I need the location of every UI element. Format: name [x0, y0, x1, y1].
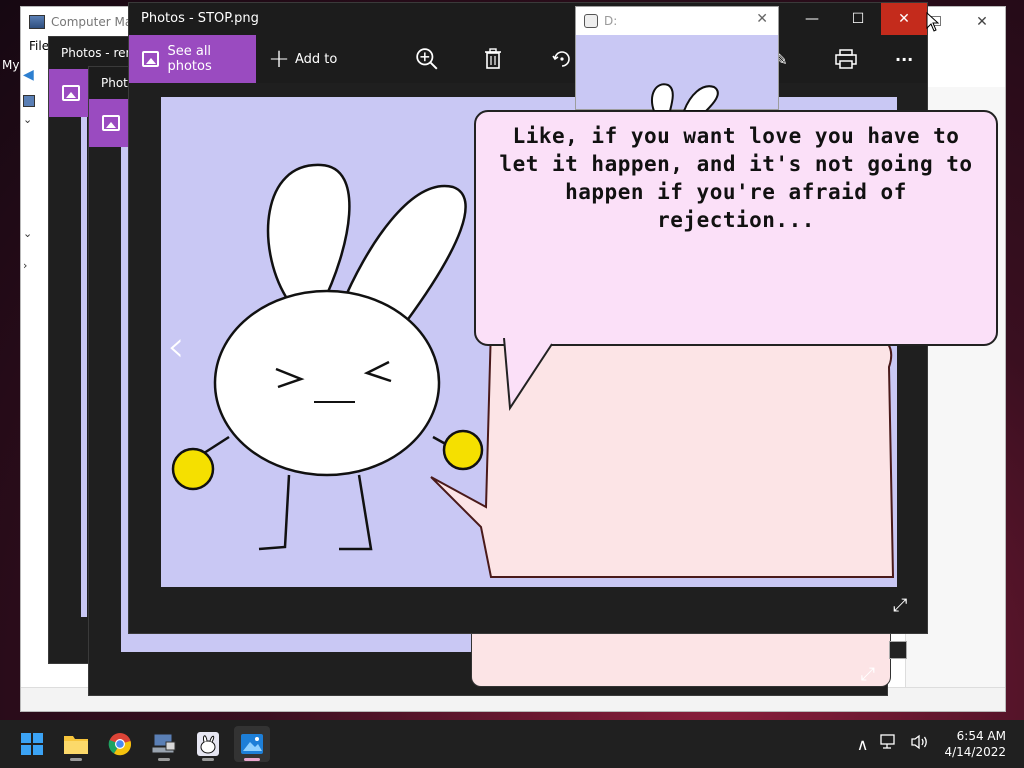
- tree-node-icon[interactable]: [23, 95, 35, 110]
- taskbar-character-app[interactable]: [190, 726, 226, 762]
- mouse-cursor-icon: [926, 12, 940, 32]
- trash-icon: [485, 48, 501, 69]
- see-all-photos-button[interactable]: See all photos: [129, 35, 256, 83]
- tray-square-icon[interactable]: [889, 641, 907, 659]
- chevron-left-icon: ‹: [167, 321, 185, 372]
- bunny-ear-left: [266, 163, 351, 309]
- zoom-button[interactable]: [415, 35, 439, 83]
- character-app-icon: [584, 14, 598, 28]
- close-button[interactable]: ✕: [959, 11, 1005, 33]
- bunny-ears-peek: [650, 83, 719, 111]
- window-title: D:: [604, 14, 618, 28]
- bunny-leg-right: [339, 474, 373, 551]
- chevron-down-icon[interactable]: ⌄: [23, 113, 32, 126]
- computer-management-icon: [29, 15, 45, 29]
- chevron-down-icon[interactable]: ⌄: [23, 227, 32, 240]
- taskbar-photos[interactable]: [234, 726, 270, 762]
- rotate-icon: [552, 51, 570, 67]
- see-all-photos-label: See all photos: [167, 44, 212, 74]
- printer-icon: [835, 49, 857, 69]
- chrome-icon: [108, 733, 132, 756]
- more-icon: ···: [895, 49, 914, 69]
- bunny-head: [213, 289, 441, 477]
- zoom-in-icon: [416, 48, 438, 70]
- chevron-up-icon[interactable]: ∧: [857, 735, 869, 754]
- running-indicator: [70, 758, 82, 761]
- drive-d-window: D: ✕: [575, 6, 779, 111]
- speech-bubble: Like, if you want love you have to let i…: [474, 110, 998, 346]
- clock-time: 6:54 AM: [956, 729, 1006, 743]
- close-button[interactable]: ✕: [756, 11, 768, 27]
- image-icon: [62, 85, 80, 101]
- bunny-hand-right: [442, 429, 484, 471]
- running-indicator: [158, 758, 170, 761]
- image-icon: [102, 115, 120, 131]
- window-title: Computer Mar: [51, 15, 138, 29]
- image-icon: [142, 51, 160, 67]
- maximize-button[interactable]: ☐: [835, 3, 881, 35]
- system-tray: ∧ 6:54 AM 4/14/2022: [851, 720, 1024, 768]
- more-options-button[interactable]: ···: [895, 35, 913, 83]
- taskbar-file-explorer[interactable]: [58, 726, 94, 762]
- speech-bubble-tail: [503, 338, 553, 411]
- navigation-tree: ◀ ⌄ ⌄ ›: [21, 57, 51, 711]
- photos-icon: [241, 734, 263, 754]
- previous-photo-button[interactable]: ‹: [167, 325, 185, 369]
- window-controls: — ☐ ✕: [789, 3, 927, 35]
- menu-file[interactable]: File: [29, 39, 49, 53]
- bunny-hand-left: [171, 447, 215, 491]
- chevron-right-icon[interactable]: ›: [23, 259, 27, 272]
- windows-start-icon: [21, 733, 43, 755]
- taskbar: ∧ 6:54 AM 4/14/2022: [0, 720, 1024, 768]
- taskbar-chrome[interactable]: [102, 726, 138, 762]
- folder-icon: [64, 736, 88, 754]
- delete-button[interactable]: [483, 35, 503, 83]
- start-button[interactable]: [14, 726, 50, 762]
- clock[interactable]: 6:54 AM 4/14/2022: [936, 728, 1024, 760]
- print-button[interactable]: [835, 35, 857, 83]
- drive-d-titlebar[interactable]: D: ✕: [576, 7, 778, 35]
- desktop-icon-label[interactable]: My: [2, 58, 19, 72]
- see-all-photos-button[interactable]: [89, 99, 129, 147]
- network-icon[interactable]: [880, 734, 898, 754]
- volume-icon[interactable]: [910, 734, 930, 754]
- back-arrow-icon[interactable]: ◀: [23, 67, 34, 83]
- photos-toolbar: See all photos + Add to ✎ ···: [129, 35, 927, 83]
- plus-icon: +: [268, 44, 290, 74]
- active-indicator: [244, 758, 260, 761]
- running-indicator: [202, 758, 214, 761]
- add-to-label: Add to: [295, 51, 338, 67]
- taskbar-computer-management[interactable]: [146, 726, 182, 762]
- bunny-app-icon: [197, 732, 219, 756]
- minimize-button[interactable]: —: [789, 3, 835, 35]
- add-to-button[interactable]: + Add to: [267, 35, 337, 83]
- clock-date: 4/14/2022: [944, 745, 1006, 759]
- rotate-button[interactable]: [551, 35, 573, 83]
- close-button[interactable]: ✕: [881, 3, 927, 35]
- fullscreen-icon[interactable]: ⤢: [861, 664, 875, 685]
- see-all-photos-button[interactable]: [49, 69, 89, 117]
- photo-edge: [81, 117, 87, 617]
- speech-bubble-text: Like, if you want love you have to let i…: [499, 124, 973, 232]
- bunny-leg-left: [258, 474, 291, 551]
- fullscreen-icon[interactable]: ⤢: [893, 595, 907, 616]
- computer-management-icon: [151, 733, 176, 754]
